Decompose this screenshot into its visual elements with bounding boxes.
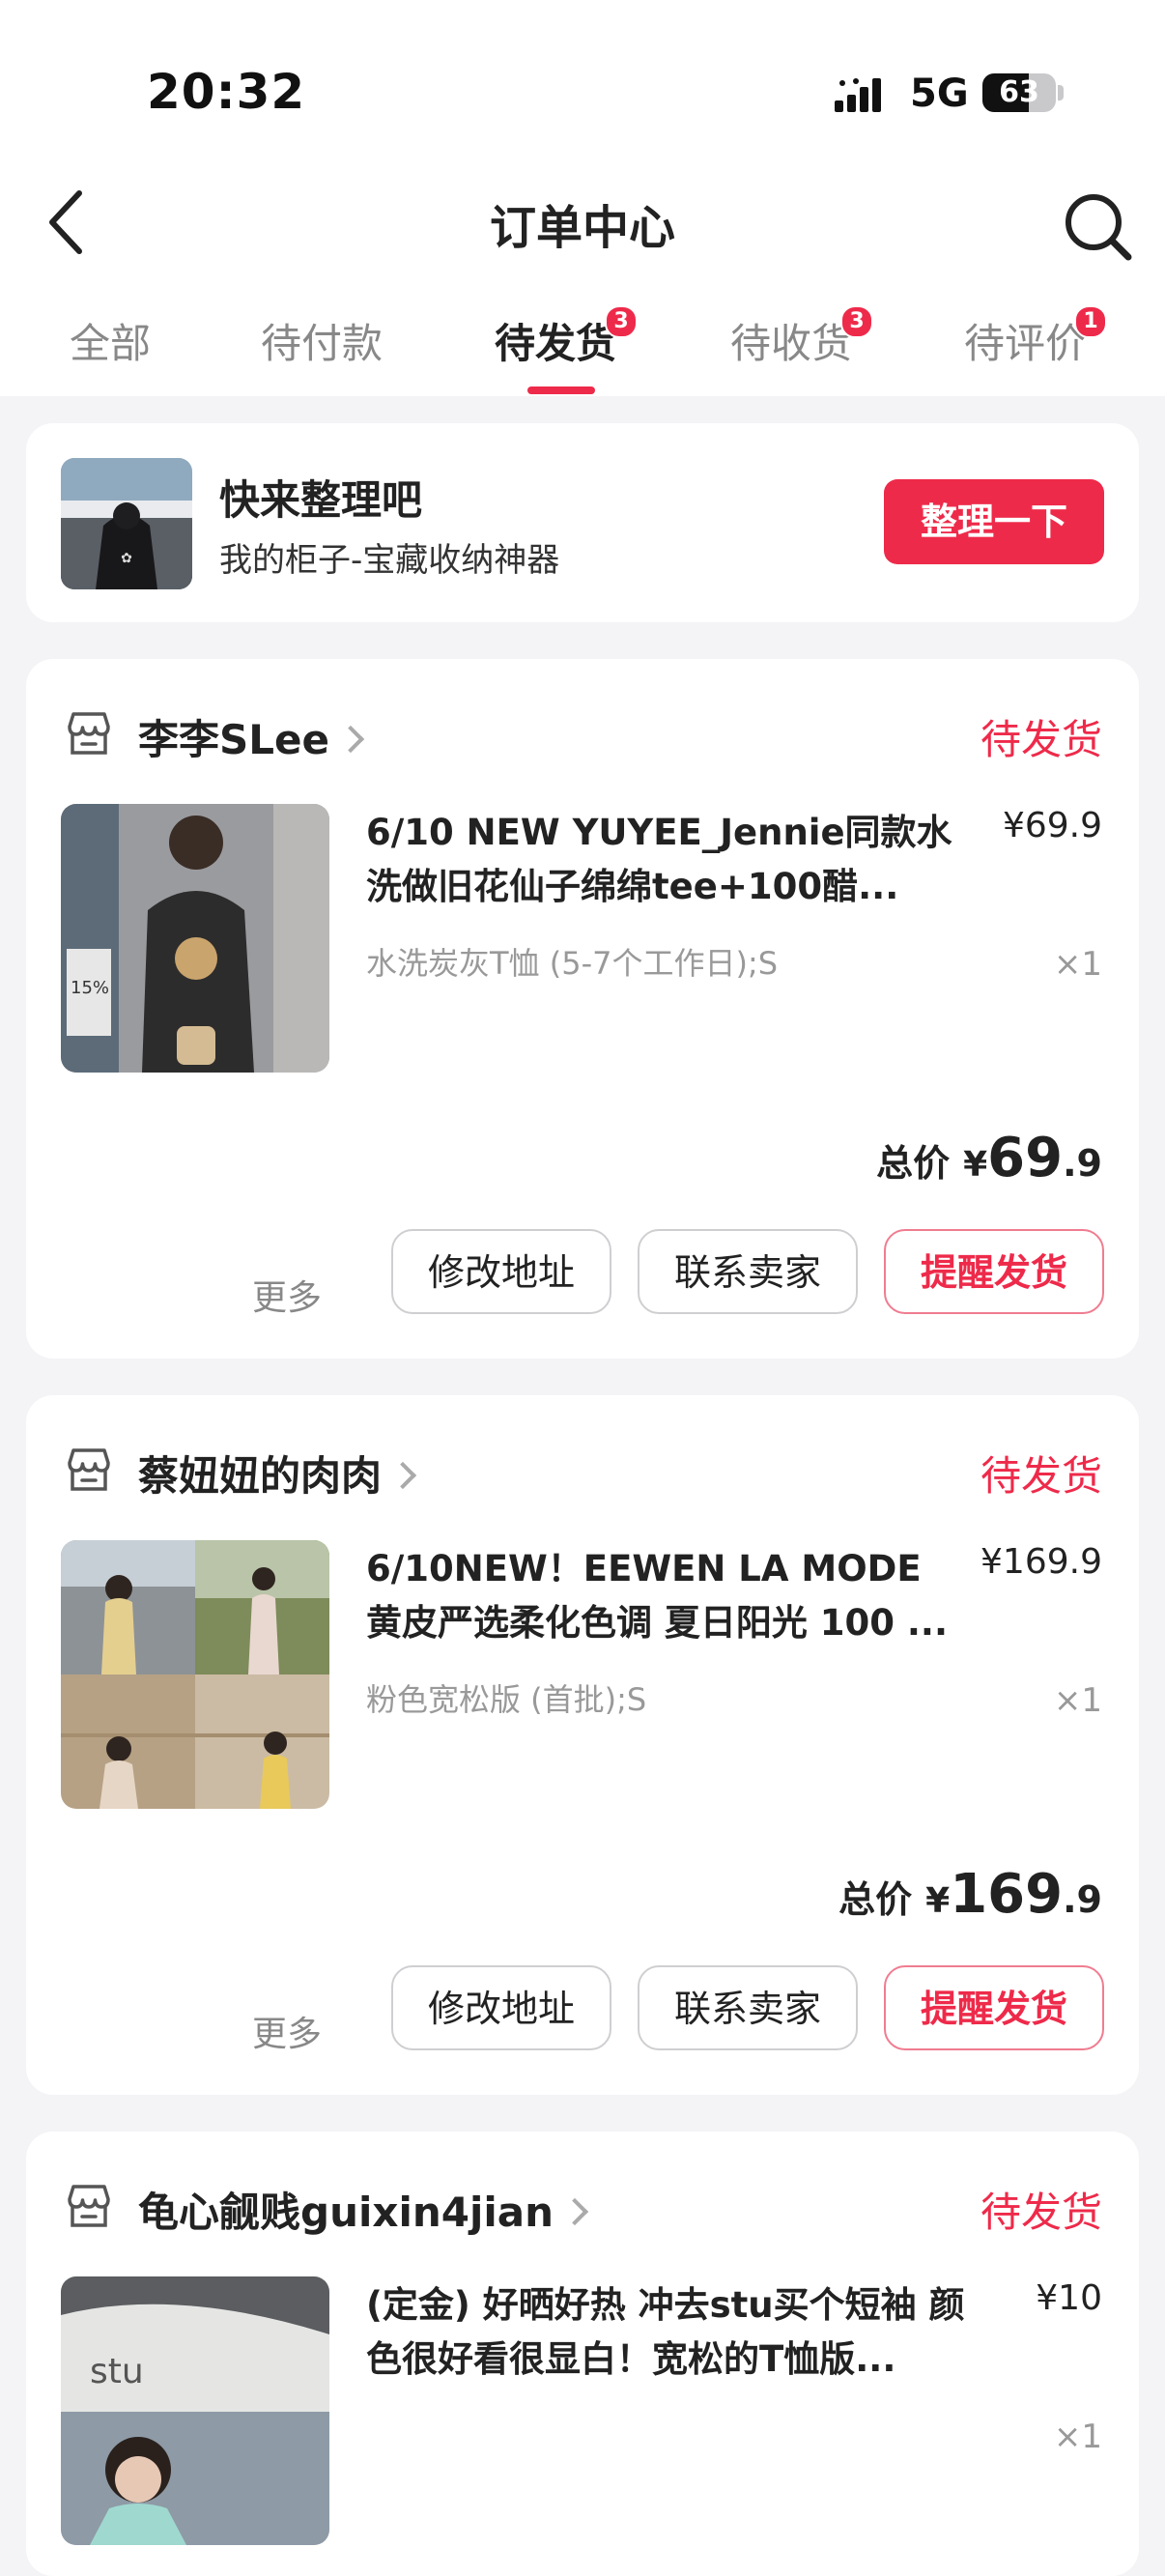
product-sku: 水洗炭灰T恤 (5-7个工作日);S (366, 945, 779, 982)
tab-pending-review[interactable]: 待评价 1 (964, 305, 1108, 370)
product-title[interactable]: 6/10NEW！EEWEN LA MODE 黄皮严选柔化色调 夏日阳光 100 … (366, 1542, 965, 1650)
network-type: 5G (910, 72, 969, 116)
svg-text:stu: stu (90, 2352, 144, 2391)
product-price: ¥10 (1036, 2278, 1102, 2318)
remind-shipment-button[interactable]: 提醒发货 (884, 1229, 1104, 1314)
tab-pending-payment[interactable]: 待付款 (261, 311, 383, 370)
tab-pending-shipment[interactable]: 待发货 3 (495, 305, 639, 370)
product-image[interactable]: 15% (61, 804, 329, 1073)
product-sku: 粉色宽松版 (首批);S (366, 1681, 647, 1718)
active-tab-indicator (527, 386, 595, 394)
tab-badge: 3 (605, 305, 639, 338)
order-card: 蔡妞妞的肉肉 待发货 6/10NEW！EEWEN LA MODE 黄皮严选柔化色… (26, 1395, 1139, 2095)
product-quantity: ×1 (1053, 1681, 1102, 1720)
order-status: 待发货 (980, 1452, 1102, 1500)
svg-text:15%: 15% (71, 978, 109, 998)
shop-name[interactable]: 李李SLee (138, 707, 365, 766)
product-image[interactable]: stu (61, 2276, 329, 2545)
order-status: 待发货 (980, 716, 1102, 763)
tab-badge: 1 (1074, 305, 1108, 338)
signal-icon (835, 78, 881, 112)
promo-thumbnail: ✿ (61, 458, 192, 589)
chevron-right-icon (336, 725, 365, 753)
tab-badge: 3 (840, 305, 874, 338)
organize-button[interactable]: 整理一下 (884, 479, 1104, 564)
order-status: 待发货 (980, 2189, 1102, 2236)
store-icon (68, 2185, 110, 2227)
more-button[interactable]: 更多 (252, 1270, 322, 1320)
status-time: 20:32 (147, 64, 306, 120)
modify-address-button[interactable]: 修改地址 (391, 1229, 611, 1314)
more-button[interactable]: 更多 (252, 2006, 322, 2056)
contact-seller-button[interactable]: 联系卖家 (638, 1965, 858, 2050)
remind-shipment-button[interactable]: 提醒发货 (884, 1965, 1104, 2050)
promo-title: 快来整理吧 (219, 476, 423, 524)
product-image[interactable] (61, 1540, 329, 1809)
search-icon[interactable] (1059, 187, 1136, 265)
order-total: 总价 ¥169.9 (838, 1863, 1102, 1926)
product-title[interactable]: 6/10 NEW YUYEE_Jennie同款水洗做旧花仙子绵绵tee+100醋… (366, 806, 965, 914)
order-card: 龟心觎贱guixin4jian 待发货 stu (定金) 好晒好热 冲去stu买… (26, 2132, 1139, 2576)
modify-address-button[interactable]: 修改地址 (391, 1965, 611, 2050)
order-tabs: 全部 待付款 待发货 3 待收货 3 待评价 1 (0, 290, 1165, 394)
shop-name[interactable]: 蔡妞妞的肉肉 (138, 1444, 417, 1503)
product-price: ¥169.9 (980, 1542, 1102, 1582)
order-card: 李李SLee 待发货 15% 6/10 NEW YUYEE_Jennie同款水洗… (26, 659, 1139, 1359)
svg-text:✿: ✿ (121, 551, 132, 566)
contact-seller-button[interactable]: 联系卖家 (638, 1229, 858, 1314)
promo-subtitle: 我的柜子-宝藏收纳神器 (219, 541, 560, 580)
store-icon (68, 1448, 110, 1491)
battery-level: 63 (999, 75, 1039, 109)
tab-pending-receipt[interactable]: 待收货 3 (730, 305, 874, 370)
chevron-right-icon (560, 2197, 589, 2225)
battery-cap (1058, 85, 1064, 100)
wardrobe-promo-card: ✿ 快来整理吧 我的柜子-宝藏收纳神器 整理一下 (26, 423, 1139, 622)
tab-all[interactable]: 全部 (70, 311, 151, 370)
chevron-right-icon (388, 1461, 417, 1489)
product-title[interactable]: (定金) 好晒好热 冲去stu买个短袖 颜色很好看很显白！宽松的T恤版... (366, 2278, 965, 2387)
product-quantity: ×1 (1053, 945, 1102, 984)
battery-icon: 63 (982, 73, 1056, 112)
product-quantity: ×1 (1053, 2418, 1102, 2456)
page-title: 订单中心 (489, 201, 675, 255)
shop-name[interactable]: 龟心觎贱guixin4jian (138, 2180, 589, 2239)
order-total: 总价 ¥69.9 (876, 1127, 1102, 1189)
store-icon (68, 712, 110, 755)
product-price: ¥69.9 (1002, 806, 1102, 845)
